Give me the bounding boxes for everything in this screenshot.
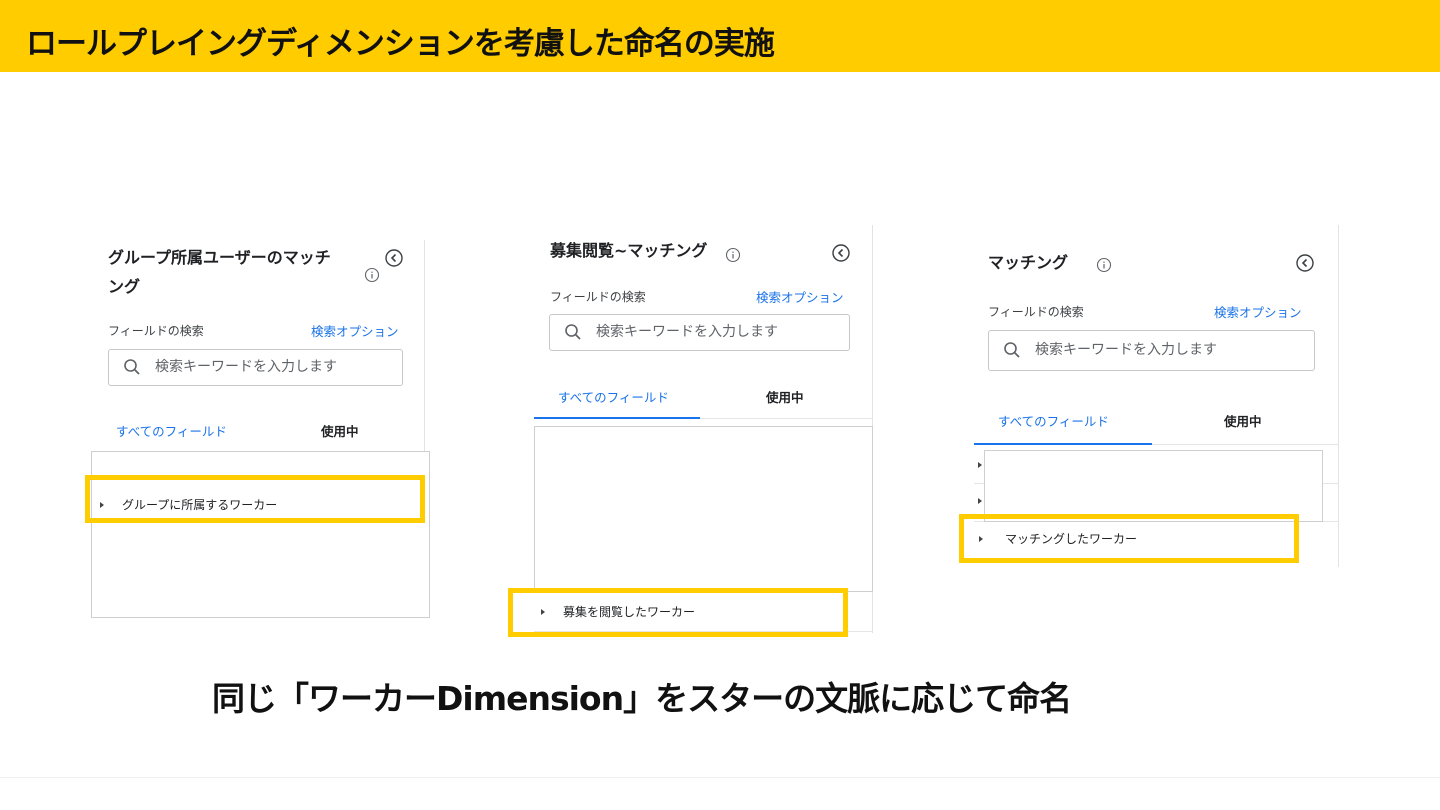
panel-group-matching: グループ所属ユーザーのマッチ ング フィールドの検索 検索オプション すべてのフ… [85,240,430,620]
dimension-item[interactable]: 募集を閲覧したワーカー [563,603,695,620]
panel-title: 募集閲覧~マッチング [550,241,708,260]
field-search-label: フィールドの検索 [550,290,646,304]
caret-right-icon[interactable] [978,462,982,468]
field-search-box[interactable] [988,330,1315,371]
slide-title-bar: ロールプレイングディメンションを考慮した命名の実施 [0,0,1440,72]
info-icon[interactable] [725,247,741,263]
search-input[interactable] [1035,337,1305,363]
info-icon[interactable] [1096,257,1112,273]
collapse-left-icon[interactable] [831,243,851,263]
field-list-box [984,450,1323,522]
tab-all-fields[interactable]: すべてのフィールド [998,411,1109,430]
panel-title-cont: ング [108,277,141,296]
tab-in-use[interactable]: 使用中 [766,387,804,406]
tab-active-indicator [534,417,700,419]
tab-all-fields[interactable]: すべてのフィールド [558,387,669,406]
field-search-box[interactable] [108,349,403,386]
search-icon [565,324,581,340]
search-options-link[interactable]: 検索オプション [311,321,399,340]
collapse-left-icon[interactable] [1295,253,1315,273]
panel-title: グループ所属ユーザーのマッチ [108,248,331,267]
search-input[interactable] [596,319,841,345]
field-search-label: フィールドの検索 [988,305,1084,319]
slide-caption: 同じ「ワーカーDimension」をスターの文脈に応じて命名 [212,679,1072,718]
panel-matching: マッチング フィールドの検索 検索オプション すべてのフィールド 使用中 マッチ… [959,225,1342,570]
search-input[interactable] [155,354,395,380]
tab-active-indicator [974,443,1152,445]
field-search-box[interactable] [549,314,850,351]
panel-title: マッチング [988,253,1069,272]
dimension-item[interactable]: マッチングしたワーカー [1005,530,1137,547]
field-search-label: フィールドの検索 [108,324,204,338]
collapse-left-icon[interactable] [384,248,404,268]
tab-in-use[interactable]: 使用中 [321,421,359,440]
search-icon [1004,342,1020,358]
slide-title: ロールプレイングディメンションを考慮した命名の実施 [26,26,775,62]
search-icon [124,359,140,375]
search-options-link[interactable]: 検索オプション [756,287,844,306]
search-options-link[interactable]: 検索オプション [1214,302,1302,321]
info-icon[interactable] [364,267,380,283]
field-list-box [534,426,873,592]
caret-right-icon[interactable] [979,536,983,542]
tab-all-fields[interactable]: すべてのフィールド [116,421,227,440]
caret-right-icon[interactable] [978,498,982,504]
tab-in-use[interactable]: 使用中 [1224,411,1262,430]
footer-divider [0,777,1440,778]
caret-right-icon[interactable] [541,609,545,615]
caret-right-icon[interactable] [100,502,104,508]
dimension-item[interactable]: グループに所属するワーカー [122,496,277,513]
panel-recruit-view-matching: 募集閲覧~マッチング フィールドの検索 検索オプション すべてのフィールド 使用… [508,225,875,637]
